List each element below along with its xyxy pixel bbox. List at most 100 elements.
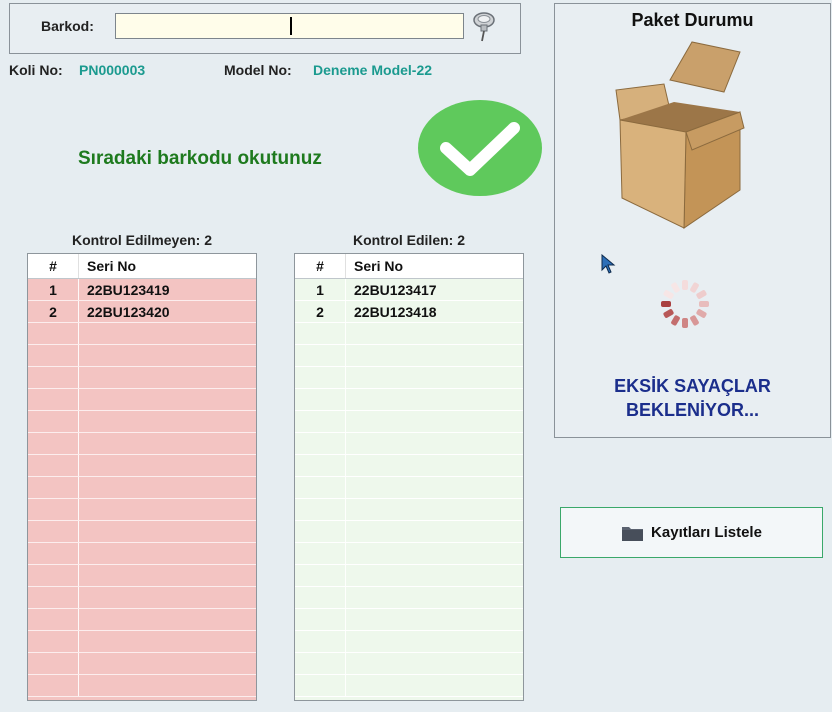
empty-cell bbox=[295, 389, 346, 410]
empty-cell bbox=[346, 455, 354, 476]
koli-no-label: Koli No: bbox=[9, 62, 63, 78]
empty-row bbox=[295, 675, 523, 697]
table-row[interactable]: 2 22BU123418 bbox=[295, 301, 523, 323]
empty-cell bbox=[295, 609, 346, 630]
empty-cell bbox=[28, 521, 79, 542]
empty-cell bbox=[295, 433, 346, 454]
empty-cell bbox=[28, 411, 79, 432]
empty-row bbox=[295, 543, 523, 565]
empty-cell bbox=[28, 477, 79, 498]
empty-row bbox=[295, 565, 523, 587]
empty-cell bbox=[79, 411, 87, 432]
empty-row bbox=[28, 323, 256, 345]
empty-cell bbox=[79, 565, 87, 586]
package-status-title: Paket Durumu bbox=[631, 10, 754, 30]
column-header-serial: Seri No bbox=[87, 258, 137, 274]
row-index: 1 bbox=[295, 279, 346, 300]
empty-cell bbox=[79, 631, 87, 652]
empty-cell bbox=[295, 521, 346, 542]
empty-cell bbox=[79, 345, 87, 366]
empty-cell bbox=[79, 653, 87, 674]
empty-cell bbox=[79, 455, 87, 476]
empty-cell bbox=[28, 345, 79, 366]
checked-caption: Kontrol Edilen: 2 bbox=[353, 232, 465, 248]
empty-row bbox=[295, 477, 523, 499]
empty-cell bbox=[346, 631, 354, 652]
row-serial: 22BU123417 bbox=[354, 282, 437, 298]
empty-cell bbox=[28, 323, 79, 344]
barcode-label: Barkod: bbox=[41, 18, 94, 34]
missing-meters-status: EKSİK SAYAÇLAR BEKLENİYOR... bbox=[554, 374, 831, 422]
empty-cell bbox=[28, 631, 79, 652]
empty-row bbox=[28, 477, 256, 499]
empty-cell bbox=[79, 389, 87, 410]
table-row[interactable]: 1 22BU123417 bbox=[295, 279, 523, 301]
empty-cell bbox=[346, 477, 354, 498]
empty-cell bbox=[295, 653, 346, 674]
empty-row bbox=[28, 367, 256, 389]
unchecked-table[interactable]: # Seri No 1 22BU123419 2 22BU123420 bbox=[27, 253, 257, 701]
empty-cell bbox=[28, 389, 79, 410]
scan-prompt: Sıradaki barkodu okutunuz bbox=[78, 148, 322, 169]
empty-cell bbox=[28, 587, 79, 608]
empty-cell bbox=[28, 653, 79, 674]
empty-row bbox=[28, 389, 256, 411]
empty-cell bbox=[346, 521, 354, 542]
loading-spinner-icon bbox=[661, 280, 709, 328]
row-serial: 22BU123419 bbox=[87, 282, 170, 298]
empty-cell bbox=[346, 653, 354, 674]
empty-cell bbox=[346, 587, 354, 608]
empty-cell bbox=[79, 543, 87, 564]
empty-cell bbox=[295, 543, 346, 564]
empty-cell bbox=[346, 609, 354, 630]
unchecked-caption: Kontrol Edilmeyen: 2 bbox=[71, 232, 213, 248]
empty-cell bbox=[79, 521, 87, 542]
empty-cell bbox=[346, 543, 354, 564]
empty-row bbox=[28, 345, 256, 367]
empty-cell bbox=[79, 587, 87, 608]
empty-cell bbox=[28, 543, 79, 564]
empty-row bbox=[295, 411, 523, 433]
model-no-label: Model No: bbox=[224, 62, 292, 78]
empty-cell bbox=[295, 631, 346, 652]
empty-cell bbox=[346, 367, 354, 388]
empty-row bbox=[295, 345, 523, 367]
folder-icon bbox=[622, 526, 644, 541]
table-row[interactable]: 2 22BU123420 bbox=[28, 301, 256, 323]
empty-cell bbox=[28, 455, 79, 476]
koli-no-value: PN000003 bbox=[79, 62, 146, 78]
empty-cell bbox=[346, 411, 354, 432]
empty-row bbox=[295, 455, 523, 477]
empty-row bbox=[295, 609, 523, 631]
empty-row bbox=[28, 499, 256, 521]
pushpin-icon[interactable] bbox=[471, 11, 497, 43]
empty-cell bbox=[28, 433, 79, 454]
row-index: 2 bbox=[295, 301, 346, 322]
row-serial: 22BU123418 bbox=[354, 304, 437, 320]
text-caret bbox=[290, 17, 292, 35]
row-serial: 22BU123420 bbox=[87, 304, 170, 320]
empty-row bbox=[295, 653, 523, 675]
empty-cell bbox=[79, 433, 87, 454]
empty-row bbox=[28, 609, 256, 631]
empty-row bbox=[295, 499, 523, 521]
empty-cell bbox=[295, 323, 346, 344]
empty-cell bbox=[346, 323, 354, 344]
empty-cell bbox=[346, 565, 354, 586]
empty-row bbox=[28, 565, 256, 587]
empty-row bbox=[28, 543, 256, 565]
column-header-index: # bbox=[28, 254, 79, 278]
empty-row bbox=[28, 631, 256, 653]
open-box-icon bbox=[615, 41, 745, 229]
status-line-1: EKSİK SAYAÇLAR bbox=[614, 376, 771, 396]
status-line-2: BEKLENİYOR... bbox=[625, 400, 759, 420]
table-row[interactable]: 1 22BU123419 bbox=[28, 279, 256, 301]
empty-row bbox=[28, 653, 256, 675]
list-records-button[interactable]: Kayıtları Listele bbox=[560, 507, 823, 558]
empty-cell bbox=[28, 675, 79, 696]
empty-row bbox=[28, 455, 256, 477]
empty-cell bbox=[28, 367, 79, 388]
model-no-value: Deneme Model-22 bbox=[313, 62, 433, 78]
column-header-index: # bbox=[295, 254, 346, 278]
checked-table[interactable]: # Seri No 1 22BU123417 2 22BU123418 bbox=[294, 253, 524, 701]
